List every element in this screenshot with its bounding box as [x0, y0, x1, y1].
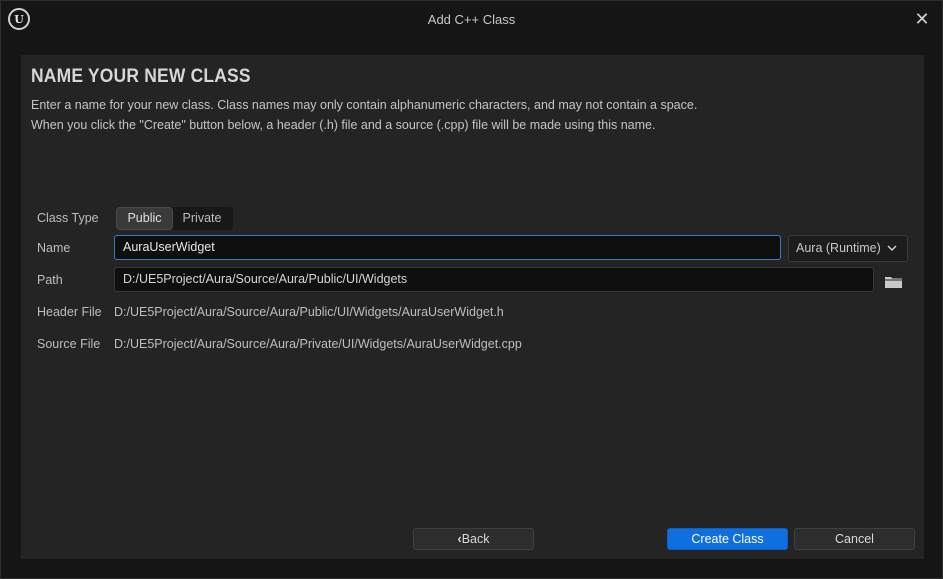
page-heading: NAME YOUR NEW CLASS — [31, 66, 251, 87]
class-name-input[interactable]: AuraUserWidget — [114, 235, 781, 260]
close-icon[interactable]: ✕ — [912, 9, 932, 29]
class-type-public-option[interactable]: Public — [116, 207, 173, 230]
header-file-path: D:/UE5Project/Aura/Source/Aura/Public/UI… — [114, 305, 504, 319]
class-type-private-option[interactable]: Private — [173, 207, 231, 230]
module-dropdown-value: Aura (Runtime) — [796, 241, 881, 255]
dialog-title: Add C++ Class — [427, 12, 516, 27]
source-file-path: D:/UE5Project/Aura/Source/Aura/Private/U… — [114, 337, 522, 351]
header-file-label: Header File — [37, 305, 102, 319]
title-bar: U Add C++ Class ✕ — [1, 1, 942, 39]
description-line-1: Enter a name for your new class. Class n… — [31, 98, 698, 112]
source-file-label: Source File — [37, 337, 101, 351]
chevron-down-icon — [887, 236, 897, 271]
class-type-toggle: Public Private — [116, 207, 233, 230]
path-label: Path — [37, 273, 63, 287]
add-class-dialog: U Add C++ Class ✕ NAME YOUR NEW CLASS En… — [0, 0, 943, 579]
back-button[interactable]: ‹Back — [413, 528, 534, 550]
back-button-label: Back — [461, 532, 490, 546]
name-label: Name — [37, 241, 71, 255]
main-panel: NAME YOUR NEW CLASS Enter a name for you… — [21, 55, 924, 559]
description-line-2: When you click the "Create" button below… — [31, 118, 656, 132]
cancel-button[interactable]: Cancel — [794, 528, 915, 550]
path-input[interactable]: D:/UE5Project/Aura/Source/Aura/Public/UI… — [114, 267, 874, 292]
create-class-button[interactable]: Create Class — [667, 528, 788, 550]
class-type-label: Class Type — [37, 211, 99, 225]
folder-icon[interactable] — [885, 275, 902, 288]
module-dropdown[interactable]: Aura (Runtime) — [788, 235, 908, 262]
